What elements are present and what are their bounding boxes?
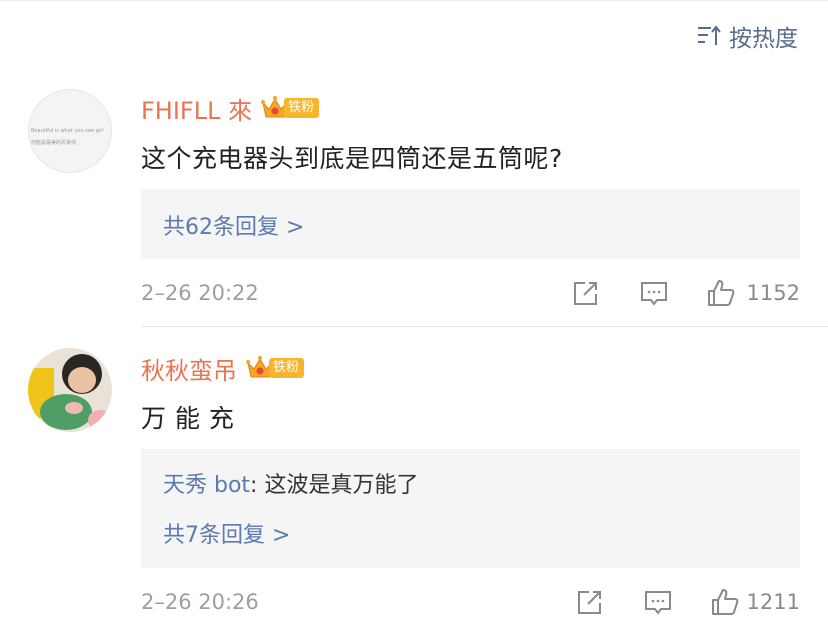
view-replies-link[interactable]: 共7条回复 > <box>163 517 290 549</box>
fan-badge[interactable]: 铁粉 <box>245 354 305 382</box>
comment-icon[interactable] <box>643 587 673 617</box>
user-avatar[interactable] <box>28 348 112 432</box>
comment-header: 秋秋蛮吊 铁粉 <box>141 350 305 386</box>
comment-divider <box>141 326 828 327</box>
username[interactable]: 秋秋蛮吊 <box>141 351 237 386</box>
avatar-photo <box>28 348 112 432</box>
avatar-caption-1: Beautiful is what you see girl <box>31 128 104 134</box>
fan-badge-label: 铁粉 <box>284 98 320 118</box>
comment-meta: 2–26 20:26 1211 <box>141 587 800 617</box>
replies-box[interactable]: 共62条回复 > <box>141 189 800 259</box>
replies-box[interactable]: 天秀 bot: 这波是真万能了 共7条回复 > <box>141 449 800 568</box>
comment-time: 2–26 20:22 <box>141 281 259 305</box>
avatar-caption-2: 何能是最美的风景线 <box>31 140 77 146</box>
sort-icon <box>698 25 721 45</box>
view-replies-link[interactable]: 共62条回复 > <box>163 209 304 241</box>
sort-by-hot-button[interactable]: 按热度 <box>697 22 798 52</box>
sort-label: 按热度 <box>729 26 798 52</box>
like-count: 1211 <box>746 590 800 614</box>
reply-text: : 这波是真万能了 <box>250 473 419 498</box>
like-count: 1152 <box>746 281 800 305</box>
reply-preview[interactable]: 天秀 bot: 这波是真万能了 <box>163 467 418 499</box>
comment-header: FHIFLL 來 铁粉 <box>141 90 320 126</box>
comment-icon[interactable] <box>639 278 669 308</box>
user-avatar[interactable]: Beautiful is what you see girl 何能是最美的风景线 <box>28 89 112 173</box>
comment-meta: 2–26 20:22 1152 <box>141 278 800 308</box>
top-divider <box>0 0 828 1</box>
comment-text: 万 能 充 <box>141 404 235 433</box>
share-icon[interactable] <box>575 587 605 617</box>
fan-badge[interactable]: 铁粉 <box>260 94 320 122</box>
reply-username[interactable]: 天秀 bot <box>163 473 250 498</box>
comment-time: 2–26 20:26 <box>141 590 259 614</box>
comment-text: 这个充电器头到底是四筒还是五筒呢? <box>141 144 563 173</box>
like-icon[interactable] <box>706 278 736 308</box>
like-icon[interactable] <box>710 587 740 617</box>
share-icon[interactable] <box>571 278 601 308</box>
username[interactable]: FHIFLL 來 <box>141 91 252 126</box>
fan-badge-label: 铁粉 <box>269 358 305 378</box>
